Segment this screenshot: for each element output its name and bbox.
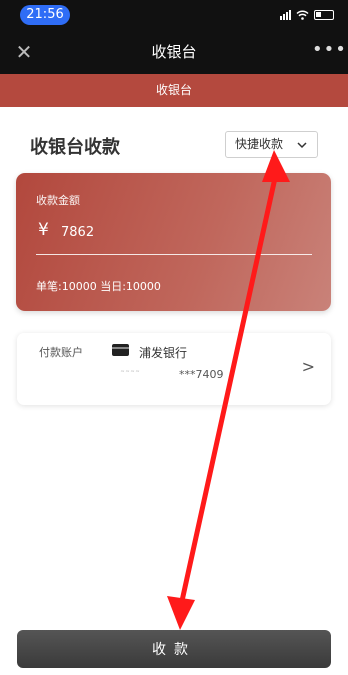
status-icons <box>280 8 334 22</box>
signal-icon <box>280 10 291 20</box>
payment-account-selector[interactable]: 付款账户 浦发银行 ˜˜˜˜ ***7409 > <box>17 333 331 405</box>
collection-mode-select[interactable]: 快捷收款 <box>225 131 318 158</box>
collection-mode-value: 快捷收款 <box>235 137 284 151</box>
status-bar: 21:56 <box>0 0 348 30</box>
page-title: 收银台收款 <box>30 137 120 158</box>
limit-text: 单笔:10000 当日:10000 <box>36 280 161 293</box>
collect-button[interactable]: 收款 <box>17 630 331 668</box>
faded-text: ˜˜˜˜ <box>120 370 140 381</box>
arrow-head-down <box>167 596 195 630</box>
amount-underline <box>36 254 312 255</box>
chevron-right-icon: > <box>301 357 315 376</box>
nav-title: 收银台 <box>151 43 197 61</box>
amount-card: 收款金额 ¥ 7862 单笔:10000 当日:10000 <box>16 173 331 311</box>
nav-bar: ✕ 收银台 ••• <box>0 30 348 74</box>
subheader-title: 收银台 <box>0 74 348 107</box>
wifi-icon <box>296 10 309 20</box>
more-icon[interactable]: ••• <box>312 40 346 64</box>
currency-symbol: ¥ <box>38 220 49 240</box>
account-number: ***7409 <box>179 368 224 381</box>
amount-input[interactable]: 7862 <box>61 225 94 240</box>
chevron-down-icon <box>297 142 307 149</box>
card-icon <box>112 344 129 356</box>
status-time: 21:56 <box>20 5 70 25</box>
amount-label: 收款金额 <box>36 194 80 207</box>
bank-name: 浦发银行 <box>139 346 188 360</box>
account-label: 付款账户 <box>39 346 83 359</box>
battery-icon <box>314 10 334 20</box>
